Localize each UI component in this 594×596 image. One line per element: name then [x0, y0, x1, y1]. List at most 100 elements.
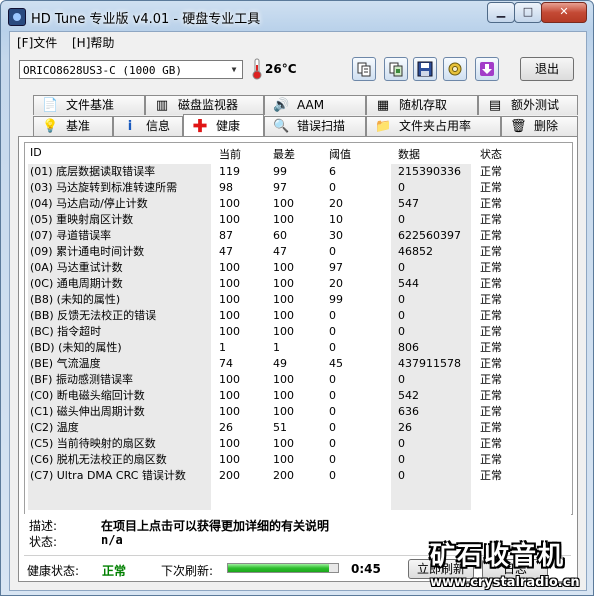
download-button[interactable]	[475, 57, 499, 81]
tab-erase[interactable]: 🗑 删除	[501, 116, 578, 136]
cell-worst: 100	[273, 405, 294, 418]
chevron-down-icon[interactable]: ▼	[227, 62, 241, 77]
table-row[interactable]: (C2) 温度 26 51 0 26 正常	[25, 420, 572, 436]
cell-id: (C2) 温度	[30, 421, 79, 434]
table-row[interactable]: (05) 重映射扇区计数 100 100 10 0 正常	[25, 212, 572, 228]
tab-random-access[interactable]: ▦ 随机存取	[366, 95, 478, 115]
magnifier-icon: 🔍	[273, 119, 290, 134]
cell-current: 100	[219, 405, 240, 418]
copy-screen-button[interactable]	[384, 57, 408, 81]
cell-data: 26	[398, 421, 412, 434]
tab-folder-usage[interactable]: 📁 文件夹占用率	[366, 116, 501, 136]
cell-id: (BB) 反馈无法校正的错误	[30, 309, 157, 322]
temperature-readout: 26°C	[265, 62, 297, 76]
cell-current: 100	[219, 293, 240, 306]
tab-extra-tests[interactable]: ▤ 额外测试	[478, 95, 578, 115]
header-current[interactable]: 当前	[219, 146, 241, 162]
header-id[interactable]: ID	[30, 146, 42, 159]
cell-data: 437911578	[398, 357, 461, 370]
save-icon	[417, 61, 433, 77]
tab-info[interactable]: i 信息	[113, 116, 183, 136]
cell-current: 100	[219, 309, 240, 322]
menu-bar: [F]文件 [H]帮助	[10, 32, 586, 51]
copy-info-button[interactable]	[352, 57, 376, 81]
tab-disk-monitor[interactable]: ▥ 磁盘监视器	[145, 95, 264, 115]
cell-current: 200	[219, 469, 240, 482]
cell-worst: 100	[273, 453, 294, 466]
cell-data: 215390336	[398, 165, 461, 178]
cell-status: 正常	[480, 421, 502, 434]
cell-threshold: 0	[329, 469, 336, 482]
tab-health[interactable]: 健康	[183, 114, 264, 136]
cell-id: (0A) 马达重试计数	[30, 261, 123, 274]
copy-info-icon	[357, 62, 371, 77]
copy-screen-icon	[389, 62, 403, 77]
cell-id: (09) 累计通电时间计数	[30, 245, 145, 258]
tab-file-benchmark[interactable]: 📄 文件基准	[33, 95, 145, 115]
disk-monitor-icon: ▥	[155, 98, 169, 113]
cell-status: 正常	[480, 181, 502, 194]
table-row[interactable]: (C7) Ultra DMA CRC 错误计数 200 200 0 0 正常	[25, 468, 572, 484]
header-status[interactable]: 状态	[480, 146, 502, 162]
tab-error-scan[interactable]: 🔍 错误扫描	[264, 116, 366, 136]
cell-id: (03) 马达旋转到标准转速所需	[30, 181, 178, 194]
maximize-button[interactable]: □	[514, 2, 542, 23]
tab-aam[interactable]: 🔊 AAM	[264, 95, 366, 115]
cell-status: 正常	[480, 389, 502, 402]
cell-status: 正常	[480, 341, 502, 354]
cell-data: 636	[398, 405, 419, 418]
table-row[interactable]: (BF) 振动感测错误率 100 100 0 0 正常	[25, 372, 572, 388]
close-button[interactable]: ✕	[541, 2, 587, 23]
table-row[interactable]: (C1) 磁头伸出周期计数 100 100 0 636 正常	[25, 404, 572, 420]
cell-status: 正常	[480, 437, 502, 450]
table-row[interactable]: (03) 马达旋转到标准转速所需 98 97 0 0 正常	[25, 180, 572, 196]
menu-file[interactable]: [F]文件	[17, 34, 57, 51]
header-threshold[interactable]: 阈值	[329, 146, 351, 162]
table-row[interactable]: (BE) 气流温度 74 49 45 437911578 正常	[25, 356, 572, 372]
table-row[interactable]: (BC) 指令超时 100 100 0 0 正常	[25, 324, 572, 340]
cell-status: 正常	[480, 293, 502, 306]
cell-current: 100	[219, 261, 240, 274]
refresh-progress	[227, 563, 339, 573]
header-worst[interactable]: 最差	[273, 146, 295, 162]
menu-help[interactable]: [H]帮助	[72, 34, 114, 51]
drive-select[interactable]: ORICO8628US3-C (1000 GB) ▼	[19, 60, 243, 79]
trash-icon: 🗑	[510, 119, 527, 134]
table-row[interactable]: (0C) 通电周期计数 100 100 20 544 正常	[25, 276, 572, 292]
cell-threshold: 6	[329, 165, 336, 178]
cell-current: 87	[219, 229, 233, 242]
table-row[interactable]: (09) 累计通电时间计数 47 47 0 46852 正常	[25, 244, 572, 260]
table-row[interactable]: (BD) (未知的属性) 1 1 0 806 正常	[25, 340, 572, 356]
cell-data: 0	[398, 373, 405, 386]
table-row[interactable]: (04) 马达启动/停止计数 100 100 20 547 正常	[25, 196, 572, 212]
desc-label: 描述:	[29, 519, 58, 533]
minimize-button[interactable]: ▁	[487, 2, 515, 23]
options-button[interactable]	[443, 57, 467, 81]
table-row[interactable]: (B8) (未知的属性) 100 100 99 0 正常	[25, 292, 572, 308]
table-row[interactable]: (C6) 脱机无法校正的扇区数 100 100 0 0 正常	[25, 452, 572, 468]
header-data[interactable]: 数据	[398, 146, 420, 162]
cell-status: 正常	[480, 245, 502, 258]
exit-button[interactable]: 退出	[520, 57, 574, 81]
cell-data: 0	[398, 181, 405, 194]
table-row[interactable]: (BB) 反馈无法校正的错误 100 100 0 0 正常	[25, 308, 572, 324]
cell-threshold: 20	[329, 277, 343, 290]
table-row[interactable]: (07) 寻道错误率 87 60 30 622560397 正常	[25, 228, 572, 244]
tab-benchmark[interactable]: 💡 基准	[33, 116, 113, 136]
table-row[interactable]: (C5) 当前待映射的扇区数 100 100 0 0 正常	[25, 436, 572, 452]
table-row[interactable]: (C0) 断电磁头缩回计数 100 100 0 542 正常	[25, 388, 572, 404]
cell-worst: 100	[273, 213, 294, 226]
cell-data: 0	[398, 469, 405, 482]
cell-data: 542	[398, 389, 419, 402]
table-row[interactable]: (0A) 马达重试计数 100 100 97 0 正常	[25, 260, 572, 276]
window-title: HD Tune 专业版 v4.01 - 硬盘专业工具	[31, 12, 261, 27]
cell-worst: 100	[273, 325, 294, 338]
cell-id: (04) 马达启动/停止计数	[30, 197, 148, 210]
table-row[interactable]: (01) 底层数据读取错误率 119 99 6 215390336 正常	[25, 164, 572, 180]
smart-table[interactable]: ID 当前 最差 阈值 数据 状态 (01) 底层数据读取错误率 119 99 6 21…	[24, 142, 573, 515]
cell-worst: 51	[273, 421, 287, 434]
cell-status: 正常	[480, 165, 502, 178]
health-value: 正常	[102, 564, 127, 578]
title-bar[interactable]: HD Tune 专业版 v4.01 - 硬盘专业工具 ▁ □ ✕	[1, 1, 593, 31]
save-button[interactable]	[413, 57, 437, 81]
